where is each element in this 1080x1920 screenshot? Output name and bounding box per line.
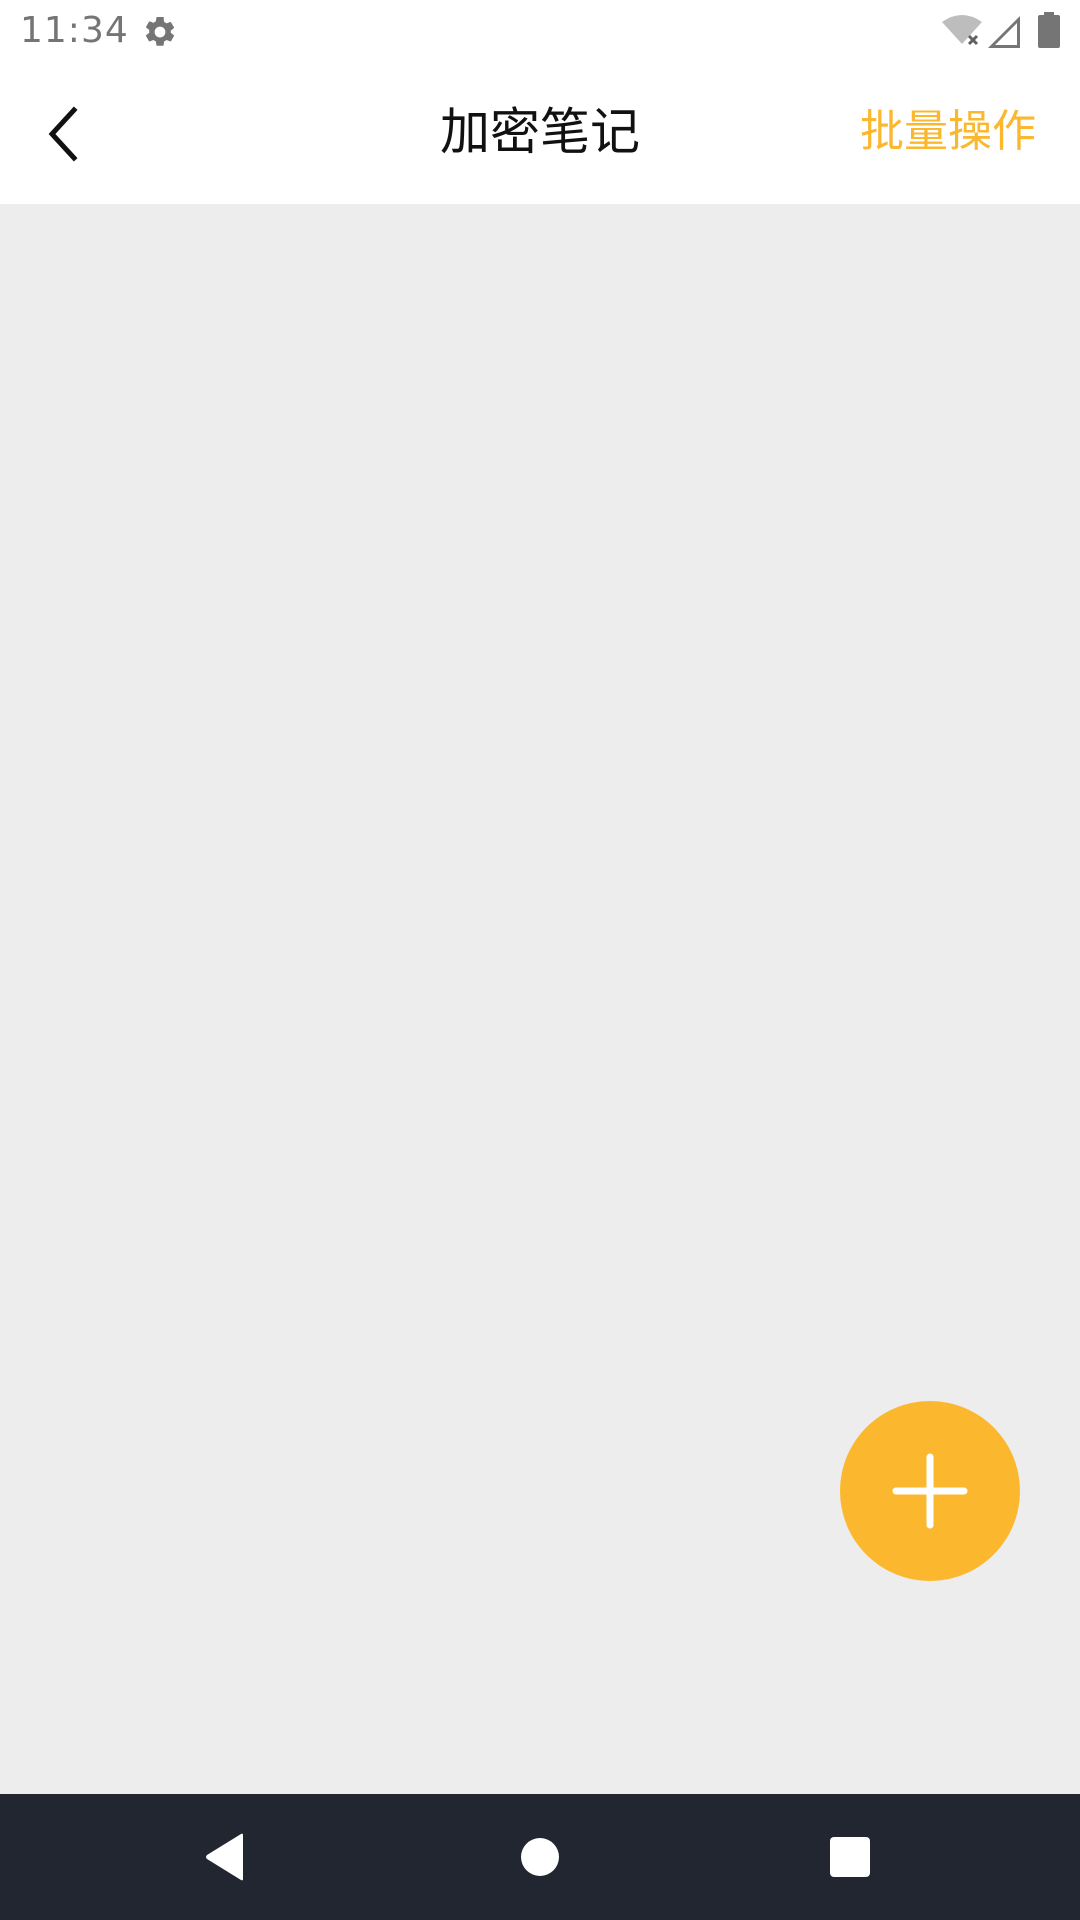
battery-icon	[1038, 12, 1060, 48]
cell-signal-icon	[988, 14, 1020, 48]
app-bar: 加密笔记 批量操作	[0, 64, 1080, 204]
wifi-off-icon	[942, 14, 982, 48]
status-time: 11:34	[20, 10, 129, 51]
screen: 11:34 加密笔记 批量操作	[0, 0, 1080, 1920]
page-title: 加密笔记	[440, 103, 640, 161]
plus-icon	[892, 1453, 968, 1529]
status-bar: 11:34	[0, 0, 1080, 64]
nav-home-icon	[521, 1838, 559, 1876]
system-nav-bar	[0, 1794, 1080, 1920]
batch-operation-button[interactable]: 批量操作	[860, 104, 1036, 160]
nav-home-button[interactable]	[505, 1822, 575, 1892]
nav-recents-button[interactable]	[815, 1822, 885, 1892]
nav-recents-icon	[830, 1837, 870, 1877]
back-button[interactable]	[24, 94, 104, 174]
chevron-left-icon	[48, 106, 78, 162]
gear-icon	[142, 14, 178, 50]
nav-back-icon	[206, 1833, 243, 1881]
nav-back-button[interactable]	[190, 1822, 260, 1892]
add-note-button[interactable]	[840, 1401, 1020, 1581]
